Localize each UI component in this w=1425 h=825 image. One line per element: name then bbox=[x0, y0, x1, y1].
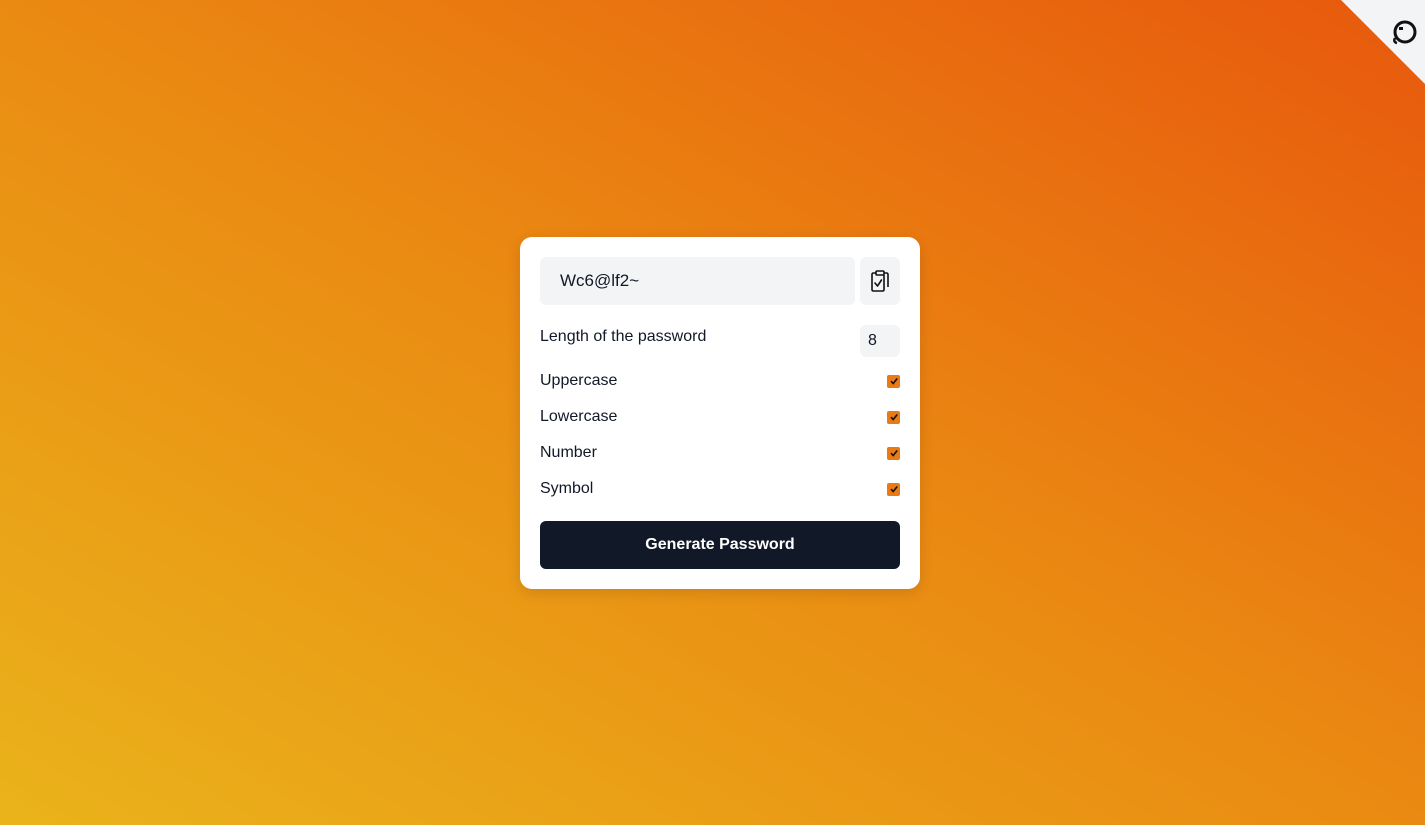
password-output-field[interactable] bbox=[540, 257, 855, 305]
generate-password-button[interactable]: Generate Password bbox=[540, 521, 900, 569]
option-number-row: Number bbox=[540, 441, 900, 465]
checkmark-icon bbox=[889, 450, 898, 457]
option-number-label: Number bbox=[540, 444, 597, 461]
checkmark-icon bbox=[889, 378, 898, 385]
checkmark-icon bbox=[889, 414, 898, 421]
password-generator-card: Length of the password Uppercase Lowerca… bbox=[520, 237, 920, 589]
github-icon[interactable] bbox=[1391, 18, 1419, 46]
option-number-checkbox[interactable] bbox=[887, 446, 900, 460]
option-uppercase-row: Uppercase bbox=[540, 369, 900, 393]
option-uppercase-label: Uppercase bbox=[540, 372, 618, 389]
option-uppercase-checkbox[interactable] bbox=[887, 374, 900, 388]
option-symbol-checkbox[interactable] bbox=[887, 482, 900, 496]
option-lowercase-checkbox[interactable] bbox=[887, 410, 900, 424]
password-row bbox=[540, 257, 900, 305]
clipboard-check-icon bbox=[871, 270, 889, 292]
option-lowercase-row: Lowercase bbox=[540, 405, 900, 429]
length-row: Length of the password bbox=[540, 325, 900, 357]
checkmark-icon bbox=[889, 486, 898, 493]
option-symbol-row: Symbol bbox=[540, 477, 900, 501]
length-label: Length of the password bbox=[540, 328, 707, 345]
copy-button[interactable] bbox=[860, 257, 900, 305]
option-symbol-label: Symbol bbox=[540, 480, 594, 497]
length-input[interactable] bbox=[860, 325, 900, 357]
option-lowercase-label: Lowercase bbox=[540, 408, 618, 425]
